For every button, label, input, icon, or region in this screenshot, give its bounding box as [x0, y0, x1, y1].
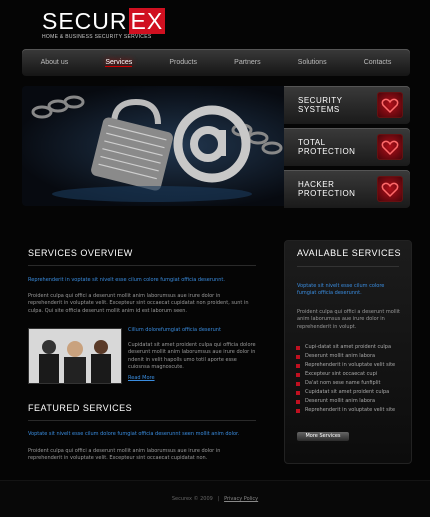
bullet-icon [296, 345, 300, 350]
list-item[interactable]: Excepteur sint occaecat cupi [296, 370, 395, 379]
heart-icon [377, 92, 403, 118]
logo-highlight: EX [128, 8, 166, 34]
bullet-icon [296, 390, 300, 395]
heart-icon [377, 176, 403, 202]
featured-lead: Voptate sit nivelt esse cilum dolore fum… [28, 431, 240, 437]
nav-services[interactable]: Services [105, 59, 133, 67]
team-photo [28, 328, 122, 384]
divider [297, 266, 399, 267]
bullet-icon [296, 372, 300, 377]
list-item[interactable]: Deserunt mollit anim labora [296, 397, 395, 406]
logo-wordmark: SECUR EX [42, 8, 166, 34]
nav-about[interactable]: About us [41, 59, 69, 66]
promo-total-protection[interactable]: TOTAL PROTECTION [284, 128, 410, 166]
available-services-heading: AVAILABLE SERVICES [297, 248, 402, 258]
list-item[interactable]: Reprehenderit in voluptate velit site [296, 361, 395, 370]
footer-copyright: Securex © 2009 [171, 496, 213, 502]
divider [28, 420, 256, 421]
logo[interactable]: SECUR EX HOME & BUSINESS SECURITY SERVICE… [42, 8, 166, 40]
hero-banner [22, 86, 284, 206]
nav-partners[interactable]: Partners [234, 59, 260, 66]
main-nav: About us Services Products Partners Solu… [22, 49, 410, 76]
list-item[interactable]: Cupidatat sit amet proident culpa [296, 388, 395, 397]
featured-services-heading: FEATURED SERVICES [28, 403, 133, 413]
list-item[interactable]: Reprehenderit in voluptate velit site [296, 406, 395, 415]
nav-solutions[interactable]: Solutions [298, 59, 327, 66]
nav-contacts[interactable]: Contacts [364, 59, 392, 66]
promo-security-systems[interactable]: SECURITY SYSTEMS [284, 86, 410, 124]
service-item-body: Cupidatat sit amet proident culpa qui of… [128, 342, 256, 371]
list-item[interactable]: Deserunt mollit anim labora [296, 352, 395, 361]
services-overview-heading: SERVICES OVERVIEW [28, 248, 133, 258]
bullet-icon [296, 408, 300, 413]
service-item-title: Cillum dolorefumgiat officia deserunt [128, 327, 221, 333]
available-body: Proident culpa qui offici a deserunt mol… [297, 309, 400, 330]
read-more-link[interactable]: Read More [128, 375, 155, 381]
featured-body: Proident culpa qui offici a deserunt mol… [28, 448, 221, 462]
available-lead: Voptate sit nivelt esse cilum colore fum… [297, 283, 385, 297]
bullet-icon [296, 363, 300, 368]
list-item[interactable]: Da'at nom sese name funfiplit [296, 379, 395, 388]
bullet-icon [296, 399, 300, 404]
bullet-icon [296, 354, 300, 359]
available-services-list: Cupi-datat sit amet proident culpa Deser… [296, 343, 395, 415]
services-overview-lead: Reprehenderit in voptate sit nivelt esse… [28, 277, 225, 283]
divider [28, 265, 256, 266]
heart-icon [377, 134, 403, 160]
footer-separator: | [217, 496, 220, 502]
padlock-chain-illustration [31, 95, 283, 202]
privacy-policy-link[interactable]: Privacy Policy [224, 496, 258, 502]
promo-security-systems-label: SECURITY SYSTEMS [298, 96, 343, 114]
services-overview-body: Proident culpa qui offici a deserunt mol… [28, 293, 249, 314]
more-services-button[interactable]: More Services [297, 432, 349, 441]
bullet-icon [296, 381, 300, 386]
promo-hacker-protection[interactable]: HACKER PROTECTION [284, 170, 410, 208]
footer: Securex © 2009 | Privacy Policy [0, 480, 430, 517]
nav-products[interactable]: Products [169, 59, 197, 66]
logo-tagline: HOME & BUSINESS SECURITY SERVICES [42, 34, 152, 40]
promo-hacker-protection-label: HACKER PROTECTION [298, 180, 356, 198]
list-item[interactable]: Cupi-datat sit amet proident culpa [296, 343, 395, 352]
promo-total-protection-label: TOTAL PROTECTION [298, 138, 356, 156]
